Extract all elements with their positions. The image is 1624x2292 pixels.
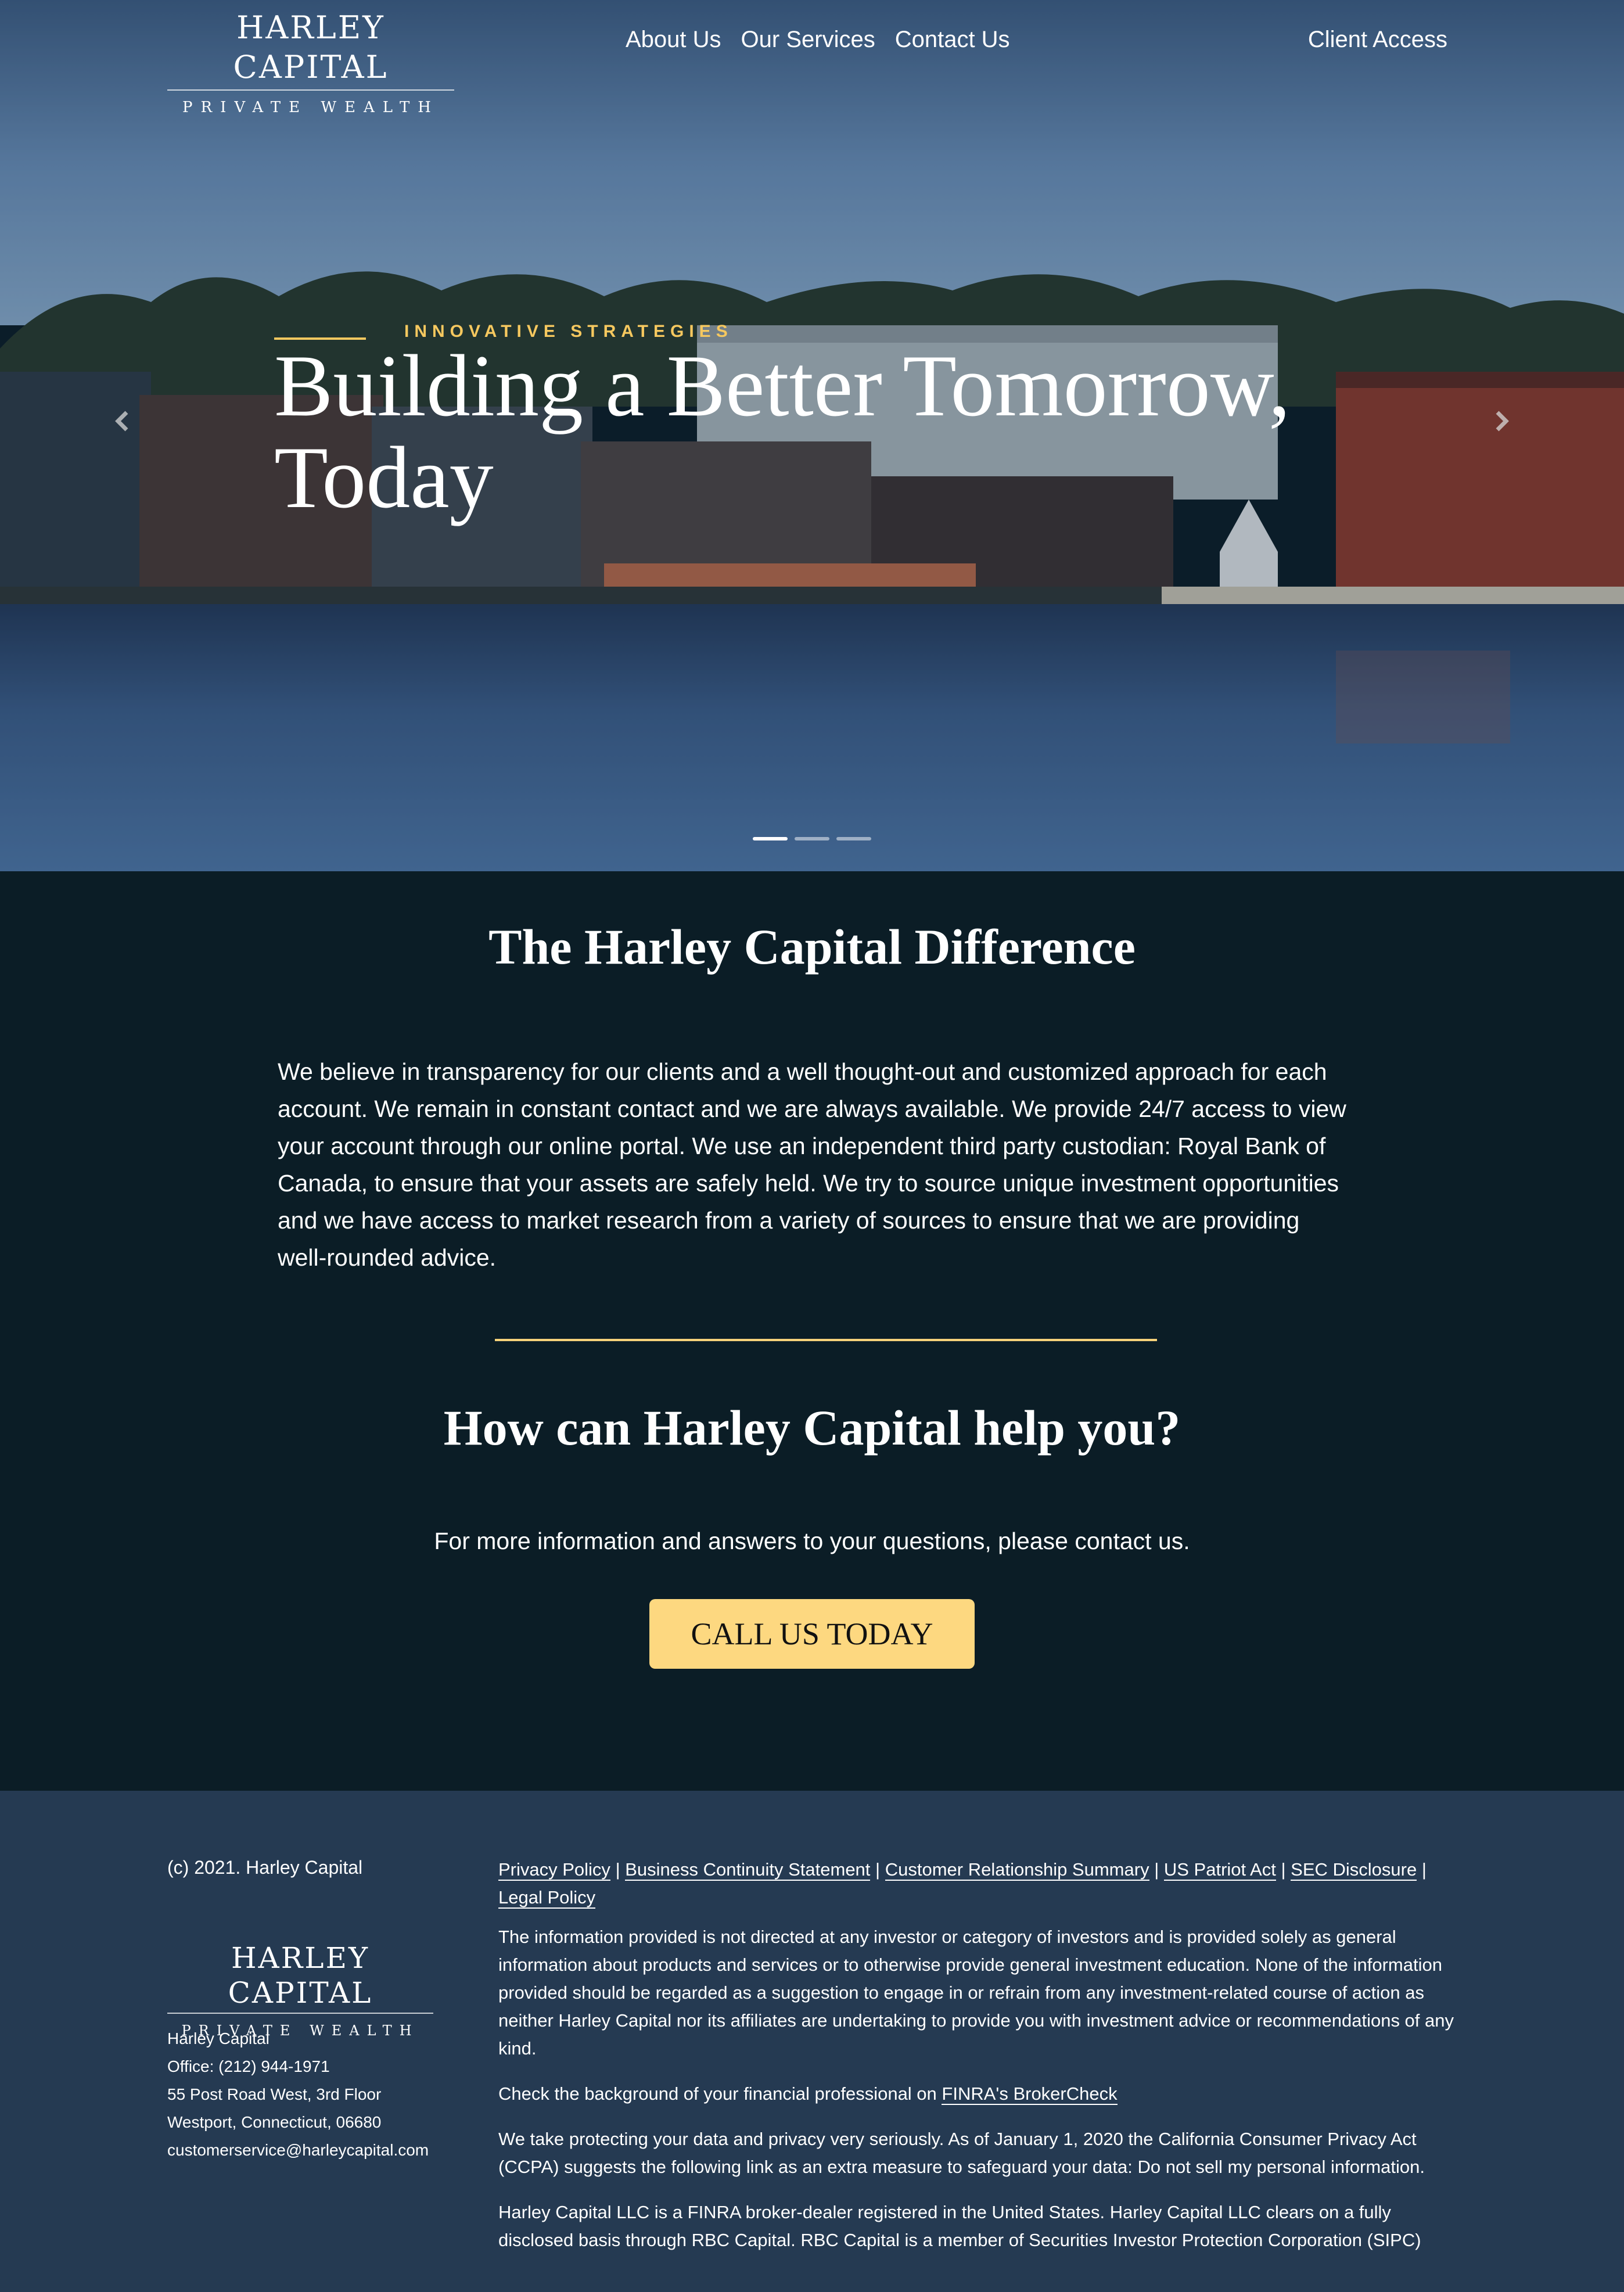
hero-title: Building a Better Tomorrow, Today (274, 340, 1320, 523)
carousel-dot-1[interactable] (753, 837, 788, 840)
nav-link-contact-us[interactable]: Contact Us (895, 27, 1010, 53)
carousel-indicators (753, 837, 871, 840)
logo-tagline: PRIVATE WEALTH (182, 99, 439, 116)
brokercheck-prefix: Check the background of your financial p… (498, 2083, 942, 2104)
footer-link-business-continuity[interactable]: Business Continuity Statement (625, 1859, 871, 1881)
contact-name: Harley Capital (167, 2029, 270, 2047)
footer-legal: Privacy Policy | Business Continuity Sta… (498, 1856, 1463, 2272)
footer-link-us-patriot-act[interactable]: US Patriot Act (1163, 1859, 1276, 1881)
hero-title-line2: Today (274, 429, 494, 526)
link-separator: | (1281, 1859, 1286, 1880)
contact-office-phone: Office: (212) 944-1971 (167, 2057, 330, 2075)
copyright: (c) 2021. Harley Capital (167, 1857, 363, 1878)
difference-body: We believe in transparency for our clien… (278, 1058, 1346, 1271)
brokercheck-text: Check the background of your financial p… (498, 2080, 1463, 2108)
top-navigation: HARLEY CAPITAL PRIVATE WEALTH About Us O… (0, 0, 1624, 116)
call-us-today-button[interactable]: CALL US TODAY (649, 1599, 975, 1669)
site-footer: (c) 2021. Harley Capital HARLEY CAPITAL … (0, 1791, 1624, 2292)
footer-link-sec-disclosure[interactable]: SEC Disclosure (1291, 1859, 1417, 1881)
footer-contact: Harley Capital Office: (212) 944-1971 55… (167, 2025, 429, 2164)
brokercheck-link[interactable]: FINRA's BrokerCheck (942, 2083, 1118, 2105)
carousel-dot-3[interactable] (836, 837, 871, 840)
privacy-text: We take protecting your data and privacy… (498, 2129, 1425, 2177)
footer-logo-divider (167, 2013, 433, 2014)
link-separator: | (1154, 1859, 1159, 1880)
link-separator: | (1421, 1859, 1427, 1880)
footer-links: Privacy Policy | Business Continuity Sta… (498, 1856, 1463, 1912)
footer-link-legal-policy[interactable]: Legal Policy (498, 1887, 596, 1909)
nav-links: About Us Our Services Contact Us (626, 27, 1010, 53)
nav-link-our-services[interactable]: Our Services (741, 27, 875, 53)
help-body: For more information and answers to your… (434, 1528, 1190, 1554)
section-divider (495, 1339, 1157, 1341)
contact-address-line2: Westport, Connecticut, 06680 (167, 2113, 382, 2131)
footer-link-customer-relationship-summary[interactable]: Customer Relationship Summary (885, 1859, 1149, 1881)
chevron-left-icon[interactable] (108, 407, 137, 436)
difference-title: The Harley Capital Difference (488, 919, 1136, 975)
footer-logo-name: HARLEY CAPITAL (228, 1941, 373, 2010)
carousel-dot-2[interactable] (795, 837, 829, 840)
logo-divider (167, 89, 454, 91)
nav-link-about-us[interactable]: About Us (626, 27, 721, 53)
contact-email[interactable]: customerservice@harleycapital.com (167, 2136, 429, 2164)
help-title: How can Harley Capital help you? (443, 1400, 1181, 1456)
footer-link-privacy-policy[interactable]: Privacy Policy (498, 1859, 610, 1881)
hero-title-line1: Building a Better Tomorrow, (274, 337, 1291, 434)
hero-carousel: HARLEY CAPITAL PRIVATE WEALTH About Us O… (0, 0, 1624, 871)
logo-name: HARLEY CAPITAL (233, 9, 389, 85)
site-logo[interactable]: HARLEY CAPITAL PRIVATE WEALTH (167, 8, 454, 116)
disclaimer-text: The information provided is not directed… (498, 1927, 1454, 2059)
chevron-right-icon[interactable] (1487, 407, 1516, 436)
link-separator: | (875, 1859, 881, 1880)
finra-text: Harley Capital LLC is a FINRA broker-dea… (498, 2202, 1421, 2250)
client-access-link[interactable]: Client Access (1308, 27, 1447, 53)
contact-address-line1: 55 Post Road West, 3rd Floor (167, 2085, 382, 2103)
link-separator: | (615, 1859, 620, 1880)
difference-section: The Harley Capital Difference We believe… (0, 871, 1624, 1791)
